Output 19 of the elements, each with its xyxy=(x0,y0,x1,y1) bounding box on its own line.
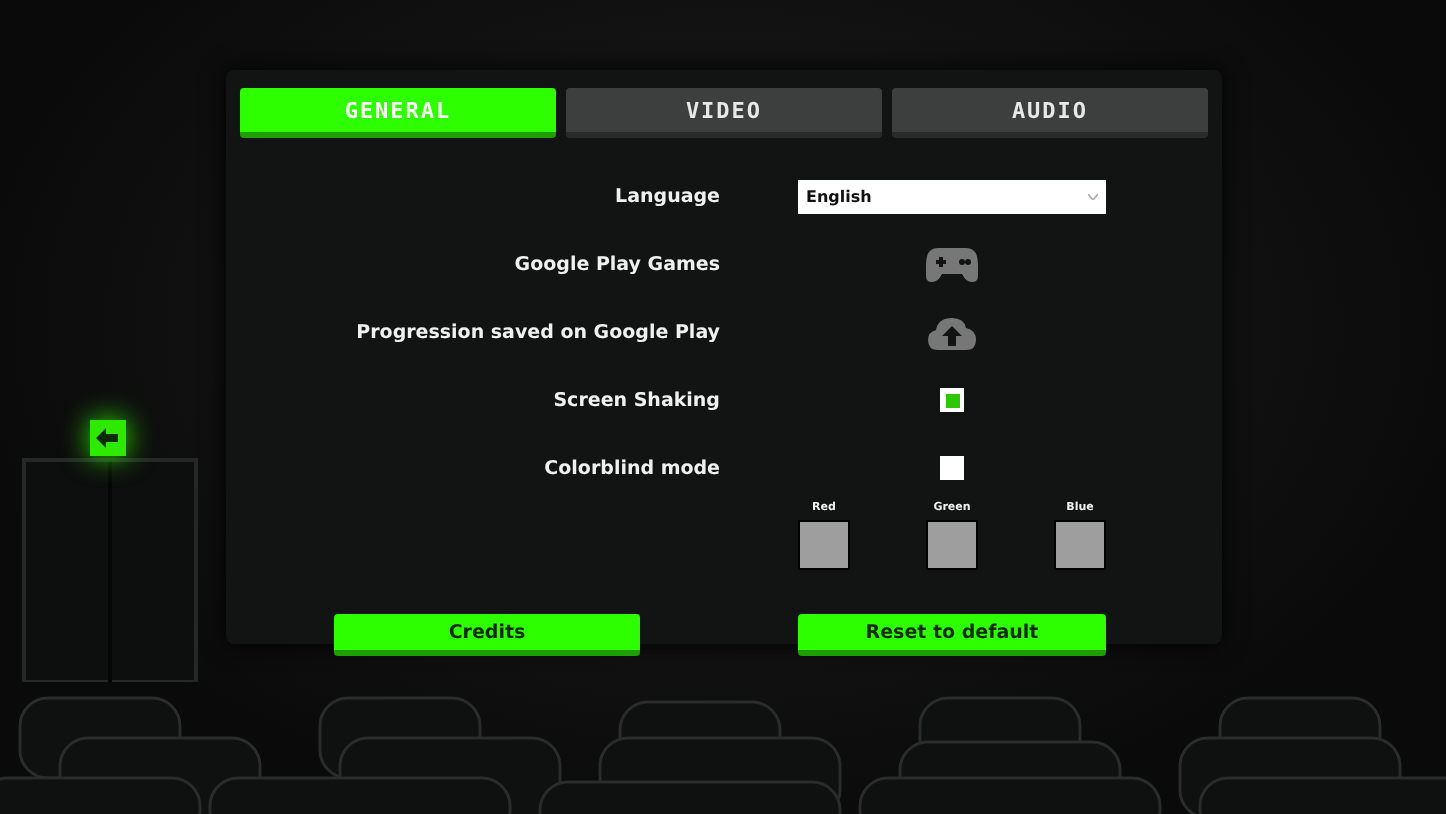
cloud-upload-icon[interactable] xyxy=(928,315,976,349)
setting-label: Screen Shaking xyxy=(551,389,720,411)
credits-button[interactable]: Credits xyxy=(334,614,640,656)
tab[interactable]: VIDEO xyxy=(566,88,882,138)
exit-sign-icon xyxy=(90,420,126,456)
color-swatch[interactable] xyxy=(926,520,978,570)
checkbox[interactable] xyxy=(940,456,964,480)
language-dropdown[interactable]: English xyxy=(798,179,1106,213)
checkbox[interactable] xyxy=(940,388,964,412)
setting-label: Language xyxy=(613,185,720,207)
setting-label: Google Play Games xyxy=(512,253,720,275)
setting-label: Colorblind mode xyxy=(542,457,720,479)
color-swatch[interactable] xyxy=(798,520,850,570)
caret-icon xyxy=(1088,193,1098,199)
setting-label: Progression saved on Google Play xyxy=(354,321,720,343)
gamepad-icon[interactable] xyxy=(926,247,978,281)
reset-button[interactable]: Reset to default xyxy=(798,614,1106,656)
color-swatch[interactable] xyxy=(1054,520,1106,570)
tab[interactable]: AUDIO xyxy=(892,88,1208,138)
